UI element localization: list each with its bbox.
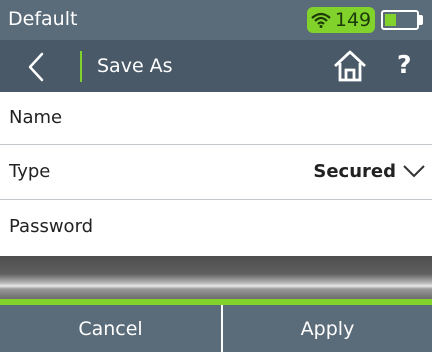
battery-level: [385, 14, 396, 26]
header: Save As ?: [0, 40, 432, 92]
password-row[interactable]: Password: [0, 201, 432, 256]
header-divider: [80, 51, 82, 82]
type-value[interactable]: Secured: [313, 160, 396, 184]
wifi-signal-badge: 149: [307, 7, 375, 33]
password-label: Password: [9, 216, 94, 237]
back-button[interactable]: [24, 52, 52, 82]
cancel-button[interactable]: Cancel: [0, 305, 221, 352]
signal-value: 149: [334, 9, 372, 31]
apply-button[interactable]: Apply: [223, 305, 432, 352]
apply-label: Apply: [300, 317, 355, 340]
chevron-left-icon: [28, 52, 44, 82]
help-button[interactable]: ?: [397, 48, 412, 82]
name-row[interactable]: Name: [0, 92, 432, 145]
home-icon: [334, 50, 366, 82]
battery-icon: [381, 10, 419, 30]
divider-band: [0, 256, 432, 299]
profile-name: Default: [8, 8, 78, 30]
type-label: Type: [9, 161, 51, 182]
type-row[interactable]: Type Secured: [0, 146, 432, 200]
battery-cap: [419, 15, 423, 25]
home-button[interactable]: [333, 49, 367, 83]
action-bar: Cancel Apply: [0, 305, 432, 352]
status-bar: Default 149: [0, 0, 432, 40]
name-label: Name: [9, 107, 63, 128]
cancel-label: Cancel: [78, 317, 143, 340]
page-title: Save As: [97, 55, 173, 77]
wifi-icon: [311, 12, 331, 28]
chevron-down-icon[interactable]: [402, 163, 426, 179]
